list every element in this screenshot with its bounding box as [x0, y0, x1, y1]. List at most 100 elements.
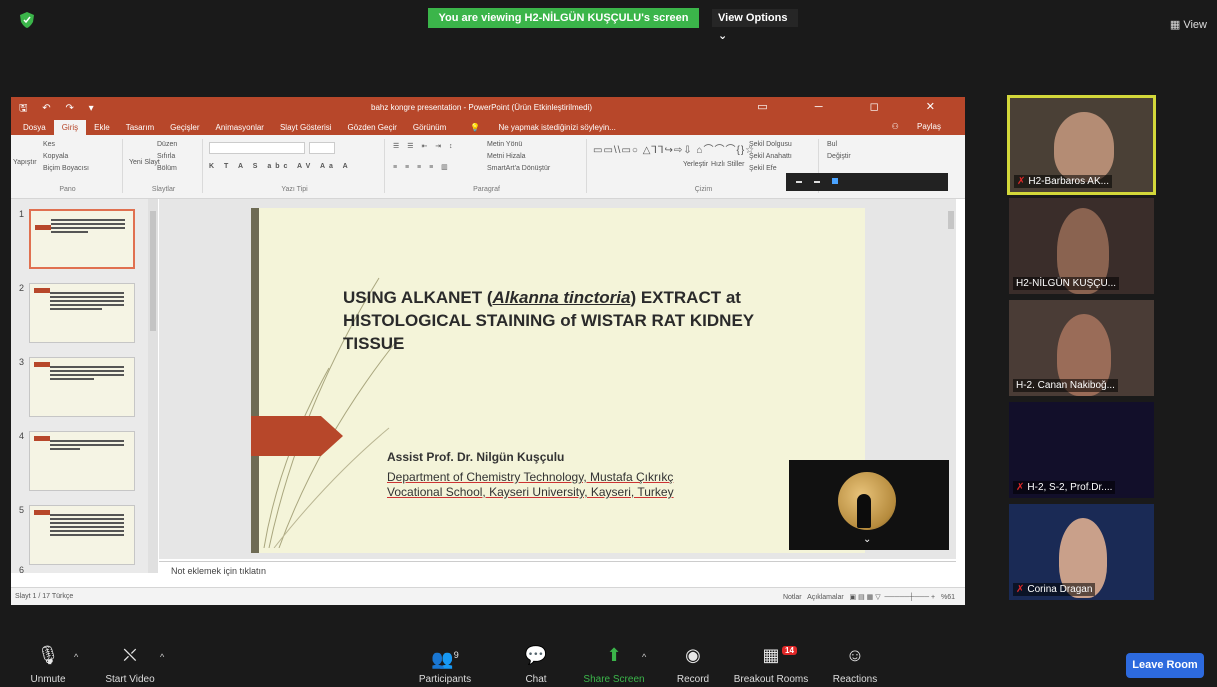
font-format-buttons[interactable]: K T A S abc AV Aa A	[209, 163, 352, 170]
window-controls[interactable]: ▭ ─ ◻ ✕	[757, 100, 957, 113]
tab-transitions[interactable]: Geçişler	[162, 120, 207, 135]
leave-room-button[interactable]: Leave Room	[1126, 653, 1204, 678]
participant-tile[interactable]: ✗ H-2, S-2, Prof.Dr....	[1009, 402, 1154, 498]
slide-thumbnail[interactable]	[29, 209, 135, 269]
participant-video	[1054, 112, 1114, 182]
tab-file[interactable]: Dosya	[15, 120, 54, 135]
reset-button[interactable]: Sıfırla	[157, 153, 175, 160]
ppt-mini-toolbar	[786, 173, 948, 191]
participant-tile[interactable]: H2-NİLGÜN KUŞÇU...	[1009, 198, 1154, 294]
tab-review[interactable]: Gözden Geçir	[340, 120, 405, 135]
quick-styles-button[interactable]: Hızlı Stiller	[711, 161, 744, 168]
participants-count: 9	[453, 650, 459, 660]
unmute-button[interactable]: 🎙 Unmute	[20, 644, 76, 685]
tab-design[interactable]: Tasarım	[118, 120, 162, 135]
person-icon: ⚇	[891, 122, 899, 131]
cut-button[interactable]: Kes	[43, 141, 55, 148]
reactions-icon: ☺	[845, 645, 865, 665]
font-name-input[interactable]	[209, 142, 305, 154]
view-options-button[interactable]: View Options ⌄	[712, 9, 798, 42]
participant-tile[interactable]: ✗ Corina Dragan	[1009, 504, 1154, 600]
align-text-button[interactable]: Metni Hizala	[487, 153, 526, 160]
chat-button[interactable]: 💬 Chat	[518, 644, 554, 685]
smartart-button[interactable]: SmartArt'a Dönüştür	[487, 165, 550, 172]
tell-me-box[interactable]: 💡 Ne yapmak istediğinizi söyleyin...	[454, 120, 632, 135]
breakout-rooms-label: Breakout Rooms	[733, 674, 809, 685]
participant-tile[interactable]: ✗ H2-Barbaros AK...	[1007, 95, 1156, 195]
arrange-button[interactable]: Yerleştir	[683, 161, 708, 168]
unmute-label: Unmute	[30, 674, 66, 685]
start-video-button[interactable]: ⛌ Start Video	[96, 644, 164, 685]
tab-home[interactable]: Giriş	[53, 120, 87, 135]
breakout-rooms-button[interactable]: ▦ Breakout Rooms	[732, 644, 810, 685]
participant-name: H-2. Canan Nakiboğ...	[1013, 379, 1118, 392]
shapes-gallery[interactable]: ▭▭\\▭○ △⅂⅂↪⇨⇩ ⌂⌒⌒⌒{}☆	[593, 141, 755, 156]
section-button[interactable]: Bölüm	[157, 165, 177, 172]
tab-insert[interactable]: Ekle	[86, 120, 118, 135]
find-button[interactable]: Bul	[827, 141, 837, 148]
tab-slideshow[interactable]: Slayt Gösterisi	[272, 120, 340, 135]
clipboard-label: Pano	[59, 186, 76, 193]
reactions-label: Reactions	[832, 674, 878, 685]
dept-line2: Vocational School, Kayseri University, K…	[387, 485, 674, 499]
start-video-label: Start Video	[105, 674, 155, 685]
chevron-up-icon[interactable]: ^	[642, 652, 646, 662]
comments-button[interactable]: Açıklamalar	[807, 594, 844, 601]
format-painter-button[interactable]: Biçim Boyacısı	[43, 165, 89, 172]
participants-icon: 👥9	[431, 649, 459, 669]
ppt-title-bar: 🖫 ↶ ↷ ▾ bahz kongre presentation - Power…	[11, 97, 965, 117]
shape-fill-button[interactable]: Şekil Dolgusu	[749, 141, 792, 148]
participant-tile[interactable]: H-2. Canan Nakiboğ...	[1009, 300, 1154, 396]
dept-line1: Department of Chemistry Technology, Must…	[387, 470, 674, 484]
participants-button[interactable]: 👥9 Participants	[410, 644, 480, 685]
tab-animations[interactable]: Animasyonlar	[208, 120, 272, 135]
paragraph-group: ☰ ☰ ⇤ ⇥ ↕ ≡ ≡ ≡ ≡ ▥ Metin Yönü Metni Hiz…	[387, 139, 587, 193]
quick-access-toolbar[interactable]: 🖫 ↶ ↷ ▾	[19, 101, 100, 118]
tab-view[interactable]: Görünüm	[405, 120, 454, 135]
thumb-number: 4	[19, 431, 25, 441]
person-silhouette	[857, 494, 871, 528]
status-right: Notlar Açıklamalar ▣ ▤ ▦ ▽ ─────┼─── + %…	[782, 594, 955, 601]
notes-button[interactable]: Notlar	[783, 594, 802, 601]
chevron-up-icon[interactable]: ^	[74, 652, 78, 662]
current-slide[interactable]: USING ALKANET (Alkanna tinctoria) EXTRAC…	[251, 208, 865, 553]
paragraph-label: Paragraf	[473, 186, 500, 193]
chevron-down-icon[interactable]: ⌄	[863, 534, 871, 545]
share-button[interactable]: ⚇ Paylaş	[878, 120, 955, 133]
align-buttons[interactable]: ≡ ≡ ≡ ≡ ▥	[393, 163, 451, 171]
paste-button[interactable]: Yapıştır	[13, 159, 37, 166]
ribbon-tabs: Dosya Giriş Ekle Tasarım Geçişler Animas…	[11, 117, 965, 135]
reactions-button[interactable]: ☺ Reactions	[826, 644, 884, 685]
chevron-up-icon[interactable]: ^	[160, 652, 164, 662]
share-label: Paylaş	[916, 122, 941, 131]
zoom-level[interactable]: %61	[941, 594, 955, 601]
self-view-video[interactable]: ⌄	[789, 460, 949, 550]
record-button[interactable]: ◉ Record	[670, 644, 716, 685]
notes-pane[interactable]: Not eklemek için tıklatın	[159, 561, 956, 579]
view-layout-button[interactable]: ▦ View	[1170, 18, 1207, 31]
slide-thumbnail[interactable]	[29, 431, 135, 491]
participant-name-text: Corina Dragan	[1027, 584, 1093, 595]
slide-thumbnail[interactable]	[29, 283, 135, 343]
slide-thumbnail[interactable]	[29, 357, 135, 417]
participant-name: ✗ H2-Barbaros AK...	[1014, 175, 1112, 188]
lightbulb-icon: 💡	[470, 123, 481, 132]
view-label: View	[1183, 19, 1207, 31]
thumb-number: 6	[19, 565, 25, 575]
title-italic: Alkanna tinctoria	[492, 288, 631, 307]
shield-icon[interactable]	[20, 12, 34, 28]
slide-thumbnail[interactable]	[29, 505, 135, 565]
share-screen-button[interactable]: ⬆ Share Screen	[580, 644, 648, 685]
copy-button[interactable]: Kopyala	[43, 153, 68, 160]
shape-effects-button[interactable]: Şekil Efe	[749, 165, 777, 172]
shape-outline-button[interactable]: Şekil Anahattı	[749, 153, 792, 160]
thumbnail-scrollbar[interactable]	[148, 199, 158, 573]
layout-button[interactable]: Düzen	[157, 141, 177, 148]
replace-button[interactable]: Değiştir	[827, 153, 851, 160]
new-slide-button[interactable]: Yeni Slayt	[129, 159, 160, 166]
list-buttons[interactable]: ☰ ☰ ⇤ ⇥ ↕	[393, 142, 456, 150]
font-size-input[interactable]	[309, 142, 335, 154]
text-direction-button[interactable]: Metin Yönü	[487, 141, 522, 148]
chat-icon: 💬	[524, 645, 548, 665]
zoom-toolbar: 🎙 Unmute ^ ⛌ Start Video ^ 👥9 Participants …	[0, 634, 1217, 687]
